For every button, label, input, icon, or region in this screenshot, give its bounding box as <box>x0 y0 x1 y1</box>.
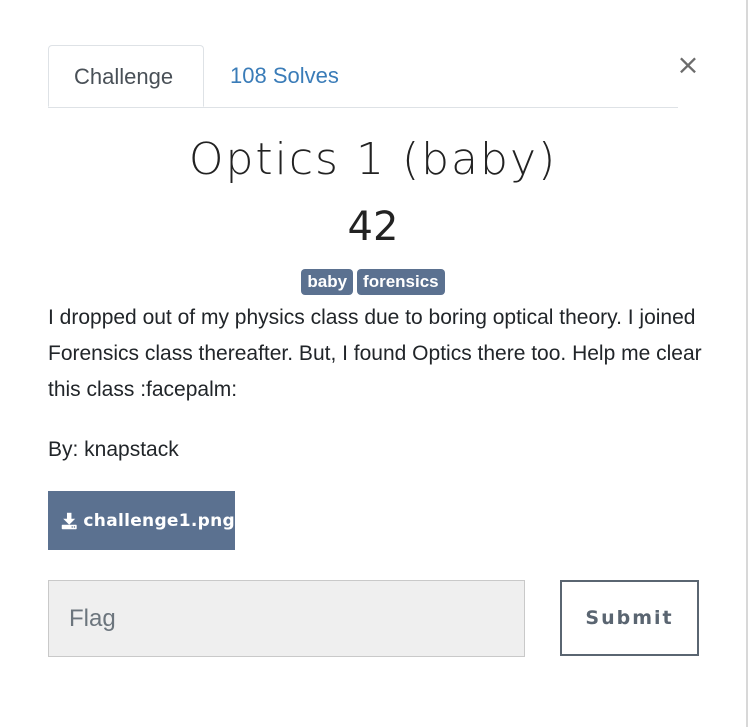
tab-challenge-label: Challenge <box>74 64 174 89</box>
download-file-label: challenge1.png <box>83 510 235 531</box>
submit-button[interactable]: Submit <box>560 580 699 656</box>
challenge-description: I dropped out of my physics class due to… <box>48 306 702 401</box>
tab-solves[interactable]: 108 Solves <box>205 45 364 106</box>
download-icon <box>61 512 77 529</box>
challenge-author: By: knapstack <box>48 438 179 461</box>
challenge-title: Optics 1 (baby) <box>188 134 558 185</box>
tab-bar: Challenge 108 Solves <box>48 45 678 108</box>
challenge-modal: × Challenge 108 Solves Optics 1 (baby) 4… <box>0 0 748 727</box>
close-button[interactable]: × <box>676 50 700 80</box>
tab-challenge[interactable]: Challenge <box>48 45 204 107</box>
flag-input[interactable] <box>48 580 525 657</box>
tag-forensics: forensics <box>357 269 445 295</box>
challenge-points: 42 <box>347 204 399 250</box>
tag-list: baby forensics <box>0 269 746 295</box>
close-icon: × <box>676 48 700 81</box>
tag-baby: baby <box>301 269 354 295</box>
tab-solves-label: 108 Solves <box>230 63 339 88</box>
download-file-button[interactable]: challenge1.png <box>48 491 235 550</box>
